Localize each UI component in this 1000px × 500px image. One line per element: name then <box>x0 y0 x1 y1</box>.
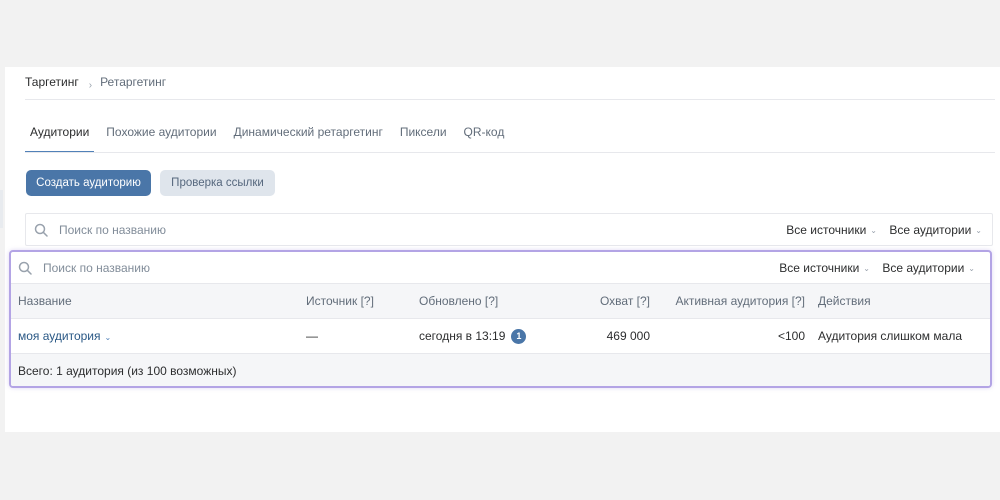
chevron-down-icon: ⌄ <box>863 264 870 273</box>
tab-pixels[interactable]: Пиксели <box>400 121 447 153</box>
table-audiences-dropdown[interactable]: Все аудитории ⌄ <box>882 261 975 275</box>
audiences-dropdown-label: Все аудитории <box>889 222 972 237</box>
audience-reach: 469 000 <box>606 329 650 343</box>
audiences-dropdown[interactable]: Все аудитории ⌄ <box>889 223 982 237</box>
tab-lookalike-audiences[interactable]: Похожие аудитории <box>106 121 216 153</box>
audience-name: моя аудитория <box>18 329 101 343</box>
table-footer: Всего: 1 аудитория (из 100 возможных) <box>11 354 990 386</box>
sources-dropdown[interactable]: Все источники ⌄ <box>786 223 877 237</box>
chevron-down-icon: ⌄ <box>968 264 975 273</box>
updated-text: сегодня в 13:19 <box>419 329 506 343</box>
audience-action-status: Аудитория слишком мала <box>818 329 962 343</box>
tabs-divider <box>25 152 995 153</box>
table-search-input[interactable] <box>43 260 443 275</box>
search-input[interactable] <box>59 222 459 237</box>
table-header: Название Источник [?] Обновлено [?] Охва… <box>11 284 990 319</box>
highlighted-audience-table: Все источники ⌄ Все аудитории ⌄ Название… <box>9 250 992 388</box>
header-name: Название <box>18 294 72 308</box>
audience-name-link[interactable]: моя аудитория ⌄ <box>18 319 111 353</box>
audience-source: — <box>306 329 318 343</box>
divider <box>25 99 995 100</box>
header-actions: Действия <box>818 294 871 308</box>
breadcrumb-separator-icon: › <box>88 79 93 91</box>
tab-audiences[interactable]: Аудитории <box>25 121 95 153</box>
check-link-button[interactable]: Проверка ссылки <box>160 170 275 196</box>
table-row: моя аудитория ⌄ — сегодня в 13:19 1 469 … <box>11 319 990 354</box>
filter-bar: Все источники ⌄ Все аудитории ⌄ <box>25 213 993 246</box>
table-filter-bar: Все источники ⌄ Все аудитории ⌄ <box>11 252 990 284</box>
sidebar-edge <box>0 190 3 228</box>
sources-dropdown-label: Все источники <box>786 222 867 237</box>
header-active-audience[interactable]: Активная аудитория [?] <box>675 284 805 318</box>
audience-updated: сегодня в 13:19 1 <box>419 319 527 353</box>
audience-active: <100 <box>777 329 805 343</box>
chevron-down-icon: ⌄ <box>975 226 982 235</box>
update-count-badge[interactable]: 1 <box>511 328 527 344</box>
table-sources-dropdown[interactable]: Все источники ⌄ <box>779 261 870 275</box>
breadcrumb: Таргетинг › Ретаргетинг <box>25 73 166 91</box>
audiences-dropdown-label: Все аудитории <box>882 260 965 275</box>
tab-bar: Аудитории Похожие аудитории Динамический… <box>25 121 521 153</box>
chevron-down-icon: ⌄ <box>870 226 877 235</box>
create-audience-button[interactable]: Создать аудиторию <box>26 170 151 196</box>
header-updated[interactable]: Обновлено [?] <box>419 284 498 318</box>
chevron-down-icon: ⌄ <box>104 332 112 342</box>
sources-dropdown-label: Все источники <box>779 260 860 275</box>
tab-dynamic-retargeting[interactable]: Динамический ретаргетинг <box>234 121 383 153</box>
search-icon <box>18 261 32 275</box>
breadcrumb-item-targeting[interactable]: Таргетинг <box>25 75 79 89</box>
header-reach[interactable]: Охват [?] <box>600 284 650 318</box>
search-icon <box>34 223 48 237</box>
header-source[interactable]: Источник [?] <box>306 284 374 318</box>
tab-qr-code[interactable]: QR-код <box>464 121 505 153</box>
breadcrumb-item-retargeting: Ретаргетинг <box>100 75 167 89</box>
